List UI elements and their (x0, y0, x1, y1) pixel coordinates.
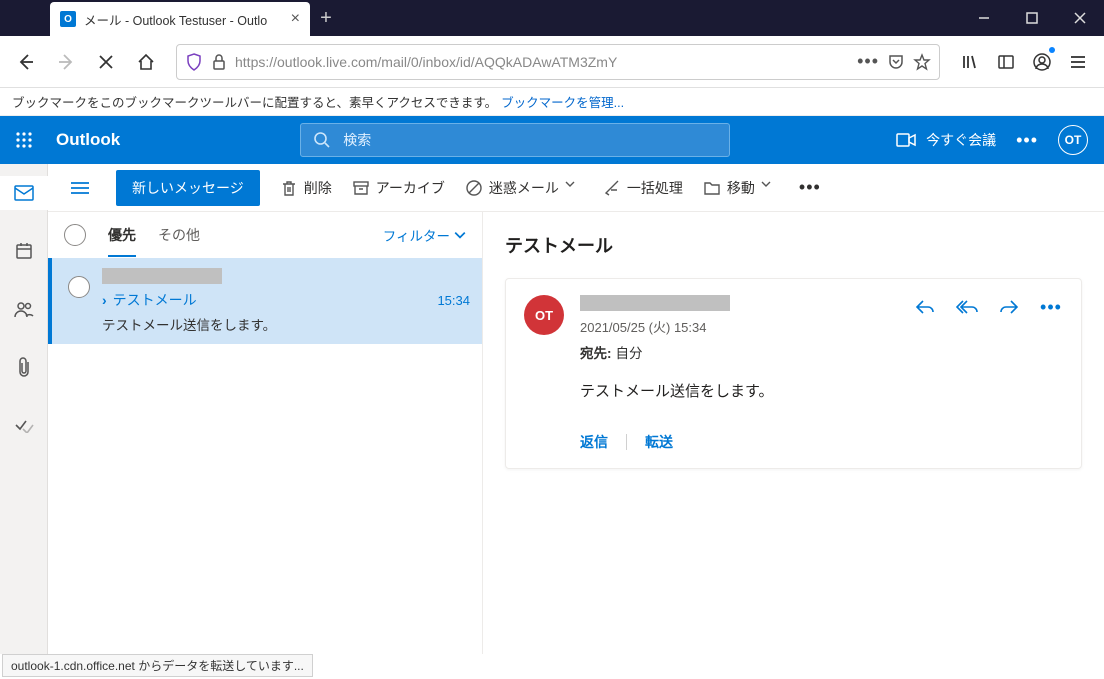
camera-icon (896, 132, 916, 148)
library-icon[interactable] (954, 46, 986, 78)
rail-mail-icon[interactable] (0, 176, 48, 210)
message-list-item[interactable]: › テストメール 15:34 テストメール送信をします。 (48, 258, 482, 344)
command-more-icon[interactable]: ••• (799, 177, 821, 198)
bookmark-hint-text: ブックマークをこのブックマークツールバーに配置すると、素早くアクセスできます。 (12, 92, 497, 111)
new-message-button[interactable]: 新しいメッセージ (116, 170, 260, 206)
outlook-body: 新しいメッセージ 削除 アーカイブ 迷惑メール 一括処理 移動 ••• 優先 そ… (0, 164, 1104, 654)
forward-button[interactable] (50, 46, 82, 78)
footer-divider (626, 434, 627, 450)
rail-calendar-icon[interactable] (0, 234, 48, 268)
reply-icon[interactable] (913, 295, 937, 319)
tab-other[interactable]: その他 (158, 225, 200, 245)
reply-all-icon[interactable] (955, 295, 979, 319)
chevron-down-icon (454, 229, 466, 241)
chevron-down-icon (761, 179, 779, 197)
pocket-icon[interactable] (887, 53, 905, 71)
bookmark-toolbar-hint: ブックマークをこのブックマークツールバーに配置すると、素早くアクセスできます。 … (0, 88, 1104, 116)
message-date: 2021/05/25 (火) 15:34 (580, 317, 897, 336)
junk-button[interactable]: 迷惑メール (465, 178, 583, 198)
tab-title: メール - Outlook Testuser - Outlo (84, 10, 267, 29)
browser-status-bar: outlook-1.cdn.office.net からデータを転送しています..… (2, 654, 313, 677)
command-bar: 新しいメッセージ 削除 アーカイブ 迷惑メール 一括処理 移動 ••• (48, 164, 1104, 212)
left-rail (0, 164, 48, 654)
archive-button[interactable]: アーカイブ (352, 178, 445, 198)
new-tab-button[interactable]: + (310, 0, 342, 36)
back-button[interactable] (10, 46, 42, 78)
stop-button[interactable] (90, 46, 122, 78)
browser-toolbar: https://outlook.live.com/mail/0/inbox/id… (0, 36, 1104, 88)
window-controls (960, 0, 1104, 36)
to-value: 自分 (616, 346, 643, 361)
browser-tab[interactable]: O メール - Outlook Testuser - Outlo × (50, 2, 310, 36)
tab-strip-spacer (0, 0, 50, 36)
chevron-down-icon (565, 179, 583, 197)
reply-button[interactable]: 返信 (580, 432, 608, 452)
to-label: 宛先: (580, 346, 612, 361)
search-input[interactable]: 検索 (300, 123, 730, 157)
manage-bookmarks-link[interactable]: ブックマークを管理... (501, 92, 624, 111)
rail-todo-icon[interactable] (0, 408, 48, 442)
item-select-checkbox[interactable] (68, 276, 90, 298)
outlook-main: 新しいメッセージ 削除 アーカイブ 迷惑メール 一括処理 移動 ••• 優先 そ… (48, 164, 1104, 654)
header-more-icon[interactable]: ••• (1016, 130, 1038, 151)
move-button[interactable]: 移動 (703, 178, 779, 198)
address-bar[interactable]: https://outlook.live.com/mail/0/inbox/id… (176, 44, 940, 80)
menu-icon[interactable] (1062, 46, 1094, 78)
sender-name-redacted (580, 295, 730, 311)
message-body: テストメール送信をします。 (580, 380, 1063, 404)
account-icon[interactable] (1026, 46, 1058, 78)
item-subject: テストメール (113, 290, 197, 310)
app-name[interactable]: Outlook (56, 130, 120, 150)
profile-avatar[interactable]: OT (1058, 125, 1088, 155)
maximize-button[interactable] (1008, 0, 1056, 36)
message-more-icon[interactable]: ••• (1039, 295, 1063, 319)
lock-icon[interactable] (211, 54, 227, 70)
forward-icon[interactable] (997, 295, 1021, 319)
url-more-icon[interactable]: ••• (857, 51, 879, 72)
select-all-checkbox[interactable] (64, 224, 86, 246)
reading-pane: テストメール OT 2021/05/25 (火) 15:34 宛先: 自分 (483, 212, 1104, 654)
minimize-button[interactable] (960, 0, 1008, 36)
message-card: OT 2021/05/25 (火) 15:34 宛先: 自分 ••• (505, 278, 1082, 469)
outlook-header: Outlook 検索 今すぐ会議 ••• OT (0, 116, 1104, 164)
delete-button[interactable]: 削除 (280, 178, 332, 198)
browser-titlebar: O メール - Outlook Testuser - Outlo × + (0, 0, 1104, 36)
folder-pane-toggle[interactable] (64, 181, 96, 195)
sender-redacted (102, 268, 222, 284)
shield-icon[interactable] (185, 53, 203, 71)
search-placeholder: 検索 (343, 130, 371, 150)
close-tab-icon[interactable]: × (291, 11, 300, 27)
rail-files-icon[interactable] (0, 350, 48, 384)
search-icon (313, 131, 331, 149)
forward-button[interactable]: 転送 (645, 432, 673, 452)
message-list-header: 優先 その他 フィルター (48, 212, 482, 258)
url-text: https://outlook.live.com/mail/0/inbox/id… (235, 54, 849, 70)
item-time: 15:34 (437, 293, 470, 308)
sidebar-toggle-icon[interactable] (990, 46, 1022, 78)
app-launcher-icon[interactable] (0, 116, 48, 164)
sender-avatar: OT (524, 295, 564, 335)
filter-button[interactable]: フィルター (383, 225, 466, 245)
reading-subject: テストメール (505, 232, 1082, 258)
meet-now-button[interactable]: 今すぐ会議 (896, 130, 996, 150)
tab-focused[interactable]: 優先 (108, 225, 136, 245)
home-button[interactable] (130, 46, 162, 78)
bookmark-star-icon[interactable] (913, 53, 931, 71)
sweep-button[interactable]: 一括処理 (603, 178, 683, 198)
close-window-button[interactable] (1056, 0, 1104, 36)
item-preview: テストメール送信をします。 (102, 314, 470, 334)
message-list-pane: 優先 その他 フィルター › テストメール 15:34 テストメール送信をします… (48, 212, 483, 654)
expand-conv-icon[interactable]: › (102, 292, 107, 308)
rail-people-icon[interactable] (0, 292, 48, 326)
outlook-favicon: O (60, 11, 76, 27)
